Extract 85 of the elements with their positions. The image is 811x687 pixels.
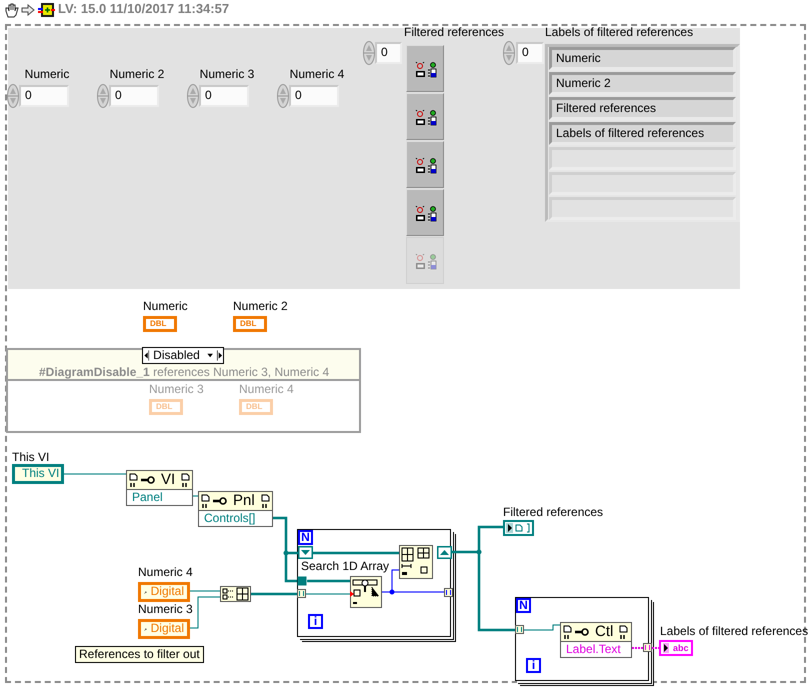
array-indicator-icon: [663, 643, 671, 653]
terminal-label: Numeric 2: [233, 300, 288, 314]
key-icon: [574, 627, 589, 637]
control-refnum-icon: [415, 62, 439, 78]
class-label: Pnl: [232, 492, 256, 510]
control-label: Numeric 3: [198, 68, 256, 82]
property-label[interactable]: Label.Text: [561, 642, 631, 657]
reference-label: Numeric 3: [138, 603, 193, 616]
array-label: Filtered references: [404, 26, 504, 40]
control-refnum-icon: [415, 110, 439, 126]
tunnel: [297, 576, 307, 586]
numeric-field[interactable]: 0: [199, 85, 249, 107]
string-element: Labels of filtered references: [549, 122, 736, 145]
wire-junction: [284, 550, 288, 556]
string-array-indicator: abc: [659, 640, 693, 656]
control-label: Numeric 4: [288, 68, 346, 82]
numeric-field[interactable]: 0: [19, 85, 69, 107]
comment-label: References to filter out: [75, 646, 204, 664]
control-refnum-icon: [415, 206, 439, 222]
warning-page-icon: [181, 472, 190, 488]
vi-icon[interactable]: [38, 2, 55, 18]
warning-page-icon: [260, 494, 270, 508]
constant-label: This VI: [12, 451, 50, 464]
search-array-node: [350, 576, 382, 608]
case-selector[interactable]: Disabled: [142, 347, 224, 364]
indexing-tunnel: [297, 589, 306, 598]
array-label: Labels of filtered references: [545, 26, 694, 40]
delete-from-array-node: [399, 545, 433, 579]
numeric-terminal: DBL: [149, 399, 184, 415]
hand-icon[interactable]: [3, 2, 19, 18]
indexing-tunnel: [515, 625, 524, 634]
control-label: Numeric 2: [108, 68, 166, 82]
key-icon: [212, 496, 227, 506]
count-terminal: N: [298, 530, 313, 545]
indicator-label: Labels of filtered references: [660, 625, 808, 638]
string-element: Numeric 2: [549, 72, 736, 95]
build-array-node: [220, 586, 251, 602]
wire-junction: [390, 590, 394, 594]
numeric-terminal: DBL: [143, 316, 178, 332]
property-label[interactable]: Controls[]: [199, 511, 272, 526]
structure-comment: #DiagramDisable_1 references Numeric 3, Numeric 4: [39, 366, 330, 380]
shift-register-output: [437, 546, 452, 559]
warning-page-icon: [563, 624, 572, 640]
wire: [251, 592, 297, 596]
spinner-button[interactable]: [7, 84, 19, 108]
indexing-tunnel: [643, 643, 652, 652]
numeric-field[interactable]: 0: [289, 85, 339, 107]
constant-value: This VI: [22, 467, 60, 481]
warning-page-icon: [201, 494, 210, 508]
terminal-label: Numeric 3: [149, 383, 204, 396]
control-refnum-icon: [415, 254, 439, 270]
indicator-label: Filtered references: [503, 506, 604, 520]
terminal-label: Numeric 4: [239, 383, 294, 396]
control-refnum-icon: [415, 158, 439, 174]
count-terminal: N: [516, 598, 531, 613]
reference-array-indicator: [503, 520, 534, 536]
version-text: LV: 15.0 11/10/2017 11:34:57: [58, 2, 230, 16]
class-label: Ctl: [594, 624, 614, 640]
reference-value: Digital: [150, 585, 184, 599]
property-label[interactable]: Panel: [127, 490, 192, 505]
terminal-label: Numeric: [143, 300, 188, 314]
node-label: Search 1D Array: [301, 560, 390, 574]
control-label: Numeric: [24, 68, 70, 82]
string-element: Numeric: [549, 47, 736, 70]
shift-register-input: [298, 546, 313, 559]
numeric-terminal: DBL: [239, 399, 274, 415]
class-label: VI: [160, 472, 176, 488]
iteration-terminal: i: [308, 614, 323, 629]
warning-page-icon: [129, 472, 138, 488]
left-arrow-icon[interactable]: [143, 348, 150, 363]
iteration-terminal: i: [526, 658, 541, 673]
wire: [524, 624, 560, 630]
selector-value: Disabled: [152, 348, 201, 363]
run-arrow-icon[interactable]: [21, 4, 35, 16]
reference-label: Numeric 4: [138, 566, 193, 580]
key-icon: [140, 475, 155, 485]
reference-value: Digital: [150, 622, 184, 636]
numeric-terminal: DBL: [233, 316, 268, 332]
warning-page-icon: [619, 624, 628, 640]
string-element: Filtered references: [549, 97, 736, 120]
array-index-field[interactable]: 0: [516, 42, 544, 64]
wire-junction: [476, 550, 482, 554]
numeric-field[interactable]: 0: [109, 85, 159, 107]
indexing-tunnel: [444, 588, 453, 597]
array-index-field[interactable]: 0: [375, 42, 402, 64]
